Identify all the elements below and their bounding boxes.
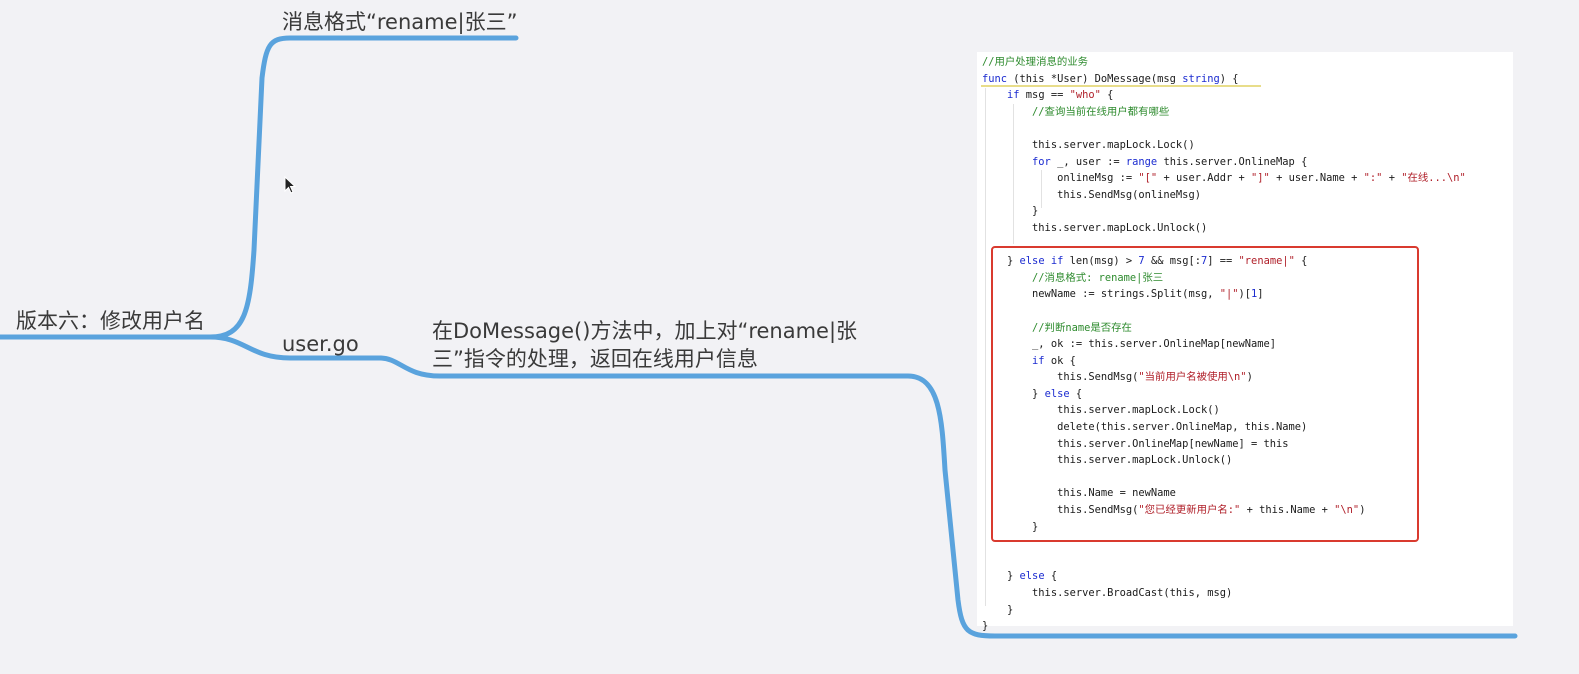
code-line: } — [982, 602, 1513, 619]
code-token: this.SendMsg(onlineMsg) — [982, 188, 1201, 201]
code-token: "]" — [1251, 172, 1270, 185]
mouse-cursor-icon — [284, 176, 297, 194]
rename-highlight-box — [991, 246, 1419, 542]
code-token: "[" — [1138, 172, 1158, 185]
code-line: for _, user := range this.server.OnlineM… — [982, 154, 1513, 171]
code-token: //用户处理消息的业务 — [982, 56, 1089, 68]
branch-label-message-format: 消息格式“rename|张三” — [282, 10, 518, 34]
code-token: this.server.mapLock.Lock() — [982, 138, 1195, 151]
code-token: string — [1182, 72, 1220, 85]
code-token: } — [982, 570, 1020, 583]
branch-to-top — [207, 35, 519, 340]
code-line: this.server.BroadCast(this, msg) — [982, 585, 1513, 602]
code-token: this.server.BroadCast(this, msg) — [982, 587, 1233, 599]
code-token: { — [1044, 570, 1058, 583]
code-token: } — [982, 205, 1039, 218]
code-token: ) { — [1219, 72, 1239, 85]
code-token: + user.Addr + — [1157, 172, 1252, 185]
code-token: (this *User) DoMessage(msg — [1007, 72, 1183, 85]
code-token: this.server.OnlineMap { — [1157, 155, 1308, 168]
branch-label-description: 在DoMessage()方法中，加上对“rename|张三”指令的处理，返回在线… — [432, 319, 858, 371]
code-token: else — [1019, 570, 1045, 583]
code-line: //用户处理消息的业务 — [982, 54, 1513, 71]
code-token: } — [982, 620, 989, 633]
root-node-label: 版本六：修改用户名 — [16, 309, 205, 333]
code-token: //查询当前在线用户都有哪些 — [1032, 105, 1170, 118]
code-line: this.SendMsg(onlineMsg) — [982, 187, 1513, 204]
code-line: if msg == "who" { — [982, 87, 1513, 104]
code-screenshot-panel: //用户处理消息的业务 func (this *User) DoMessage(m… — [977, 52, 1513, 632]
code-token: this.server.mapLock.Unlock() — [982, 221, 1208, 234]
code-token: msg == — [1019, 89, 1070, 102]
code-line: //查询当前在线用户都有哪些 — [982, 104, 1513, 121]
code-token: _, user := — [1050, 155, 1126, 168]
code-line: this.server.mapLock.Lock() — [982, 137, 1513, 154]
code-token: } — [982, 603, 1014, 616]
code-token: if — [1007, 89, 1020, 102]
code-token: onlineMsg := — [982, 172, 1139, 185]
code-token: "who" — [1069, 89, 1101, 102]
code-line: func (this *User) DoMessage(msg string) … — [982, 71, 1513, 88]
code-token: range — [1125, 155, 1158, 168]
branch-label-user-go: user.go — [282, 332, 359, 356]
code-line: } else { — [982, 568, 1513, 585]
code-line: this.server.mapLock.Unlock() — [982, 220, 1513, 237]
code-token: + user.Name + — [1269, 172, 1364, 185]
code-line: } — [982, 618, 1513, 635]
code-token: for — [1032, 155, 1051, 168]
code-token: + — [1382, 172, 1402, 185]
code-token: ":" — [1363, 172, 1383, 185]
code-line: onlineMsg := "[" + user.Addr + "]" + use… — [982, 170, 1513, 187]
code-token: { — [1100, 89, 1114, 102]
code-token: "在线...\n" — [1401, 172, 1466, 185]
code-line: } — [982, 203, 1513, 220]
code-token: func — [982, 72, 1008, 85]
